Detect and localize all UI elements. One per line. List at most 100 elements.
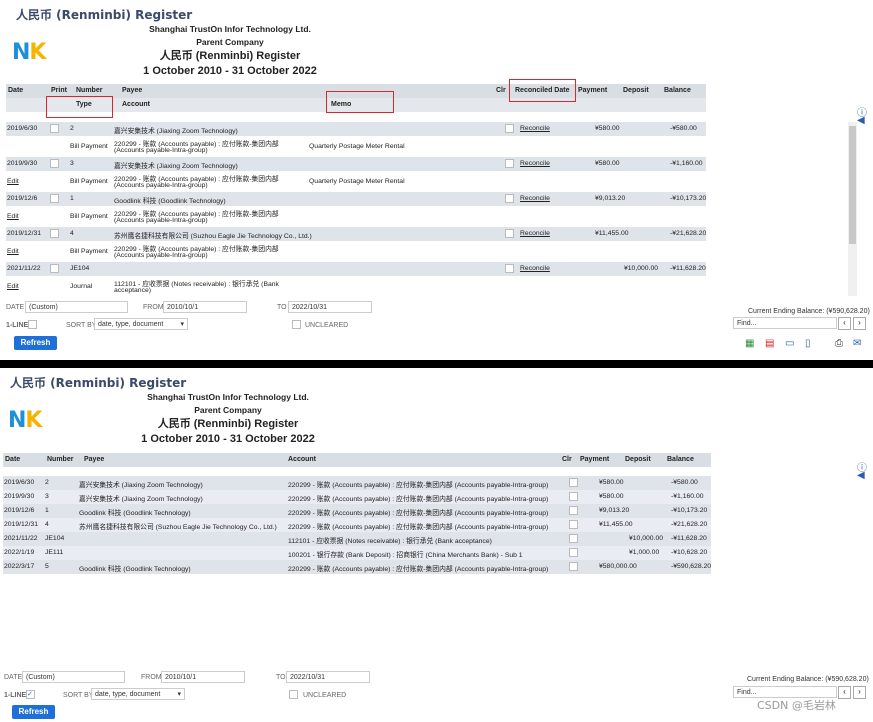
to-date-input[interactable]: 2022/10/31 bbox=[288, 301, 372, 313]
row-date: 2019/12/31 bbox=[4, 521, 39, 528]
clr-checkbox[interactable] bbox=[505, 194, 514, 203]
company-logo: NK bbox=[12, 40, 46, 65]
sort-by-select-2[interactable]: date, type, document ▾ bbox=[91, 688, 185, 700]
refresh-button[interactable]: Refresh bbox=[14, 336, 57, 350]
email-icon[interactable]: ✉ bbox=[853, 338, 861, 349]
sort-by-label: SORT BY bbox=[66, 322, 97, 329]
next-button[interactable]: › bbox=[853, 317, 866, 330]
date-filter-label-2: DATE bbox=[4, 674, 23, 681]
clr-checkbox[interactable] bbox=[569, 534, 578, 543]
from-date-input[interactable]: 2010/10/1 bbox=[163, 301, 247, 313]
parent-company: Parent Company bbox=[196, 37, 264, 47]
clr-checkbox[interactable] bbox=[505, 124, 514, 133]
clr-checkbox[interactable] bbox=[569, 562, 578, 571]
report-header-2: Shanghai TrustOn Infor Technology Ltd. P… bbox=[128, 391, 328, 447]
scroll-thumb[interactable] bbox=[849, 126, 856, 244]
col-date: Date bbox=[8, 87, 24, 94]
prev-button-2[interactable]: ‹ bbox=[838, 686, 851, 699]
print-checkbox[interactable] bbox=[50, 194, 59, 203]
row-number: 2 bbox=[70, 125, 74, 132]
date-filter-select-2[interactable]: (Custom) bbox=[22, 671, 125, 683]
reconcile-link[interactable]: Reconcile bbox=[520, 230, 550, 237]
print-checkbox[interactable] bbox=[50, 159, 59, 168]
col-payee-2: Payee bbox=[84, 456, 105, 463]
edit-link[interactable]: Edit bbox=[7, 178, 19, 185]
row-payee: Goodlink 科技 (Goodlink Technology) bbox=[79, 510, 191, 517]
prev-button[interactable]: ‹ bbox=[838, 317, 851, 330]
table-row: 2019/6/30 2 嘉兴安集技术 (Jiaxing Zoom Technolog… bbox=[6, 122, 706, 136]
table-row-detail: Edit Bill Payment 220299 - 账款 (Accounts pa… bbox=[6, 171, 706, 193]
one-line-checkbox[interactable] bbox=[28, 320, 37, 329]
word-export-icon[interactable]: ▭ bbox=[785, 338, 794, 349]
from-date-input-2[interactable]: 2010/10/1 bbox=[161, 671, 245, 683]
clr-checkbox[interactable] bbox=[505, 159, 514, 168]
excel-export-icon[interactable]: ▦ bbox=[745, 338, 754, 349]
highlight-memo bbox=[326, 91, 394, 113]
screen-separator bbox=[0, 360, 873, 368]
to-date-input-2[interactable]: 2022/10/31 bbox=[286, 671, 370, 683]
clr-checkbox[interactable] bbox=[569, 520, 578, 529]
edit-link[interactable]: Edit bbox=[7, 283, 19, 290]
reconcile-link[interactable]: Reconcile bbox=[520, 195, 550, 202]
csv-export-icon[interactable]: ▯ bbox=[805, 338, 811, 349]
uncleared-checkbox-2[interactable] bbox=[289, 690, 298, 699]
collapse-icon[interactable]: ◀ bbox=[857, 115, 865, 126]
table-row-detail: Bill Payment 220299 - 账款 (Accounts payabl… bbox=[6, 136, 706, 158]
row-number: 1 bbox=[70, 195, 74, 202]
row-payment: ¥580.00 bbox=[595, 125, 620, 132]
sort-by-select[interactable]: date, type, document ▾ bbox=[94, 318, 188, 330]
edit-link[interactable]: Edit bbox=[7, 248, 19, 255]
row-payment: ¥11,455.00 bbox=[595, 230, 629, 237]
row-date: 2019/6/30 bbox=[4, 479, 35, 486]
row-payee: 苏州鹰名捷科技有限公司 (Suzhou Eagle Jie Technology… bbox=[79, 524, 277, 531]
clr-checkbox[interactable] bbox=[569, 478, 578, 487]
row-date: 2019/9/30 bbox=[7, 160, 38, 167]
highlight-type bbox=[46, 96, 113, 118]
row-account: 100201 - 银行存款 (Bank Deposit) : 招商银行 (Chi… bbox=[288, 552, 523, 559]
row-date: 2019/9/30 bbox=[4, 493, 35, 500]
col-deposit: Deposit bbox=[623, 87, 649, 94]
sort-by-label-2: SORT BY bbox=[63, 692, 94, 699]
register-screen-top: 人民币 (Renminbi) Register NK Shanghai Trus… bbox=[0, 0, 873, 361]
clr-checkbox[interactable] bbox=[569, 506, 578, 515]
one-line-checkbox-2[interactable]: ✓ bbox=[26, 690, 35, 699]
find-input[interactable]: Find... bbox=[733, 317, 837, 329]
pdf-export-icon[interactable]: ▤ bbox=[765, 338, 774, 349]
row-number: 5 bbox=[45, 563, 49, 570]
print-checkbox[interactable] bbox=[50, 124, 59, 133]
vertical-scrollbar[interactable] bbox=[848, 122, 857, 296]
row-date: 2019/12/6 bbox=[7, 195, 38, 202]
col-account: Account bbox=[122, 101, 150, 108]
print-checkbox[interactable] bbox=[50, 229, 59, 238]
col-payee: Payee bbox=[122, 87, 143, 94]
table-row: 2019/12/6 1 Goodlink 科技 (Goodlink Technolo… bbox=[6, 192, 706, 206]
one-line-label: 1-LINE bbox=[6, 322, 29, 329]
refresh-button-2[interactable]: Refresh bbox=[12, 705, 55, 719]
clr-checkbox[interactable] bbox=[569, 548, 578, 557]
row-memo: Quarterly Postage Meter Rental bbox=[309, 178, 405, 185]
row-balance: -¥1,160.00 bbox=[671, 493, 704, 500]
reconcile-link[interactable]: Reconcile bbox=[520, 160, 550, 167]
collapse-icon-2[interactable]: ◀ bbox=[857, 470, 865, 481]
company-logo-2: NK bbox=[8, 408, 42, 433]
report-period: 1 October 2010 - 31 October 2022 bbox=[143, 65, 317, 77]
table-row: 2019/12/6 1 Goodlink 科技 (Goodlink Technolo… bbox=[3, 504, 711, 518]
col-clr-2: Clr bbox=[562, 456, 572, 463]
print-icon[interactable]: ⎙ bbox=[835, 338, 843, 349]
row-deposit: ¥10,000.00 bbox=[629, 535, 664, 542]
edit-link[interactable]: Edit bbox=[7, 213, 19, 220]
clr-checkbox[interactable] bbox=[505, 229, 514, 238]
row-number: 4 bbox=[70, 230, 74, 237]
uncleared-checkbox[interactable] bbox=[292, 320, 301, 329]
date-filter-select[interactable]: (Custom) bbox=[25, 301, 128, 313]
clr-checkbox[interactable] bbox=[569, 492, 578, 501]
print-checkbox[interactable] bbox=[50, 264, 59, 273]
row-balance: -¥21,628.20 bbox=[670, 230, 707, 237]
clr-checkbox[interactable] bbox=[505, 264, 514, 273]
row-date: 2022/1/19 bbox=[4, 549, 35, 556]
reconcile-link[interactable]: Reconcile bbox=[520, 265, 550, 272]
col-balance-2: Balance bbox=[667, 456, 694, 463]
row-number: JE111 bbox=[45, 549, 64, 556]
next-button-2[interactable]: › bbox=[853, 686, 866, 699]
reconcile-link[interactable]: Reconcile bbox=[520, 125, 550, 132]
